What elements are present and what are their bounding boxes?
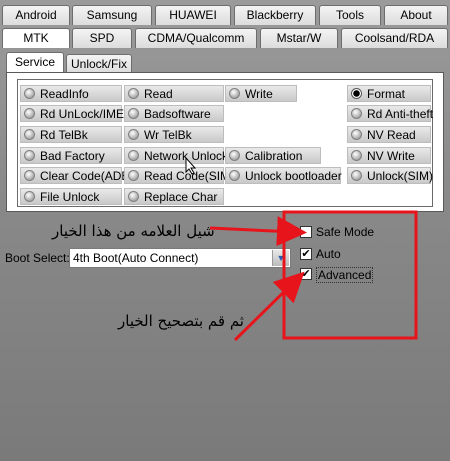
highlight-box [282,210,418,340]
annotation-overlay [209,210,418,342]
mouse-pointer-icon [185,157,197,175]
arrow-top [209,216,307,247]
arrow-bottom [233,271,305,342]
